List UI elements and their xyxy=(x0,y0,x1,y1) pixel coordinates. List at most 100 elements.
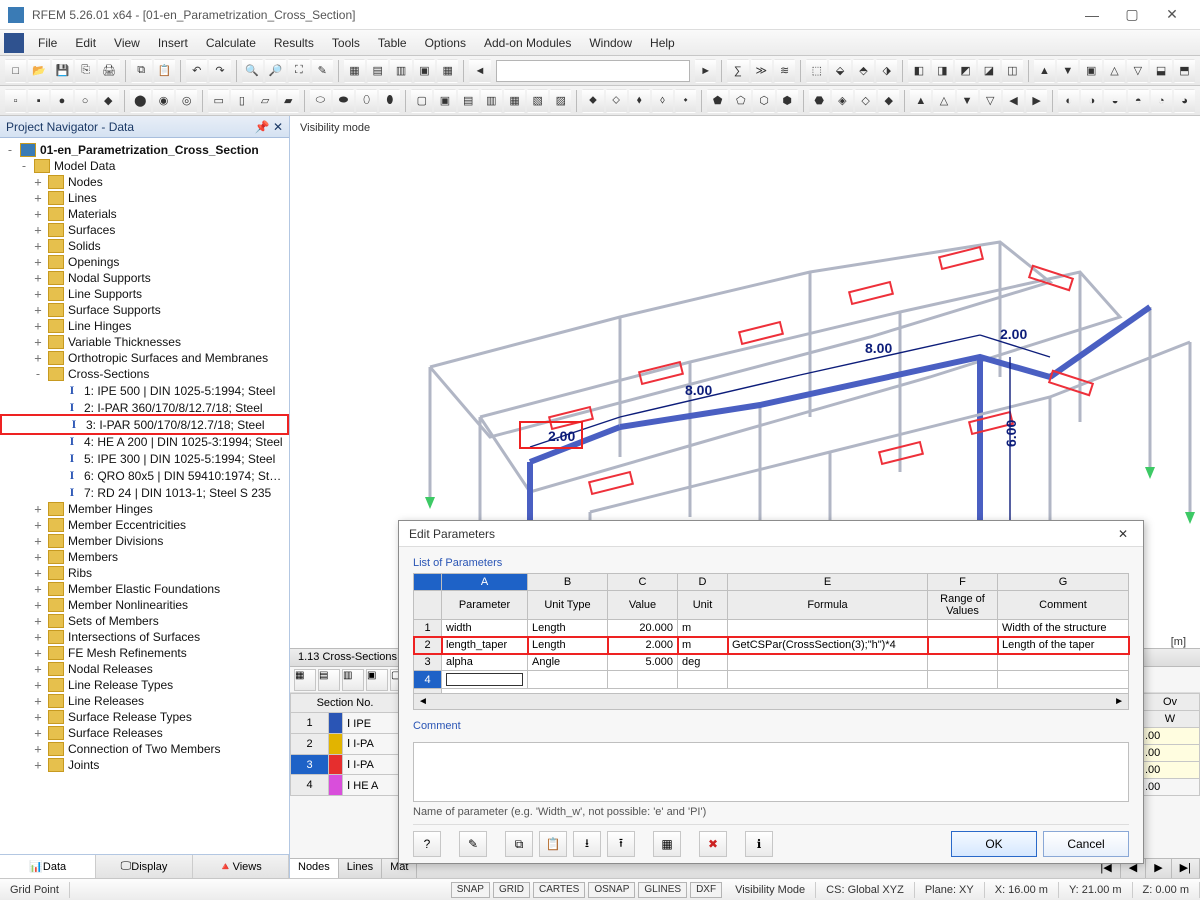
tb2-1[interactable]: ▫ xyxy=(5,89,26,113)
minimize-button[interactable]: — xyxy=(1072,1,1112,29)
tree-item[interactable]: +Nodes xyxy=(0,174,289,190)
cs-tb-1[interactable]: ▦ xyxy=(294,669,316,691)
tree-item[interactable]: +Members xyxy=(0,549,289,565)
tree-item[interactable]: +Member Divisions xyxy=(0,533,289,549)
menu-options[interactable]: Options xyxy=(417,32,474,54)
nav-tab-display[interactable]: 🖵 Display xyxy=(96,855,192,878)
tb-res3[interactable]: ◩ xyxy=(955,59,976,83)
tb2-32[interactable]: ⬢ xyxy=(777,89,798,113)
tb2-39[interactable]: ▼ xyxy=(957,89,978,113)
nav-tree[interactable]: -01-en_Parametrization_Cross_Section -Mo… xyxy=(0,138,289,854)
tb-open[interactable]: 📂 xyxy=(28,59,49,83)
tree-item[interactable]: +Nodal Releases xyxy=(0,661,289,677)
tb2-43[interactable]: ◐ xyxy=(1058,89,1079,113)
tb2-9[interactable]: ▭ xyxy=(208,89,229,113)
status-cartes[interactable]: CARTES xyxy=(533,882,585,898)
dlg-info-icon[interactable]: ℹ xyxy=(745,831,773,857)
nav-tab-data[interactable]: 📊 Data xyxy=(0,855,96,878)
tb2-5[interactable]: ◆ xyxy=(98,89,119,113)
tree-item[interactable]: +Line Supports xyxy=(0,286,289,302)
tree-item[interactable]: +Openings xyxy=(0,254,289,270)
menu-table[interactable]: Table xyxy=(370,32,415,54)
tb2-26[interactable]: ⬧ xyxy=(629,89,650,113)
tree-item[interactable]: +Connection of Two Members xyxy=(0,741,289,757)
tb-arrowleft[interactable]: ◄ xyxy=(469,59,490,83)
ok-button[interactable]: OK xyxy=(951,831,1037,857)
tb2-15[interactable]: ⬯ xyxy=(356,89,377,113)
cs-grid-right[interactable]: Ov W .00 .00 .00 .00 xyxy=(1140,693,1200,796)
close-button[interactable]: ✕ xyxy=(1152,1,1192,29)
dialog-titlebar[interactable]: Edit Parameters ✕ xyxy=(399,521,1143,547)
tb2-22[interactable]: ▧ xyxy=(527,89,548,113)
tb2-23[interactable]: ▨ xyxy=(550,89,571,113)
tb-pick[interactable]: ✎ xyxy=(312,59,333,83)
tb-zoomfit[interactable]: ⛶ xyxy=(288,59,309,83)
menu-addon[interactable]: Add-on Modules xyxy=(476,32,579,54)
tb2-24[interactable]: ⬥ xyxy=(582,89,603,113)
dlg-copy-icon[interactable]: ⧉ xyxy=(505,831,533,857)
tree-cross-section-item[interactable]: I6: QRO 80x5 | DIN 59410:1974; Steel xyxy=(0,467,289,484)
tb-a7[interactable]: ⬒ xyxy=(1174,59,1195,83)
tb-saveall[interactable]: ⎘ xyxy=(75,59,96,83)
tree-item[interactable]: +Line Release Types xyxy=(0,677,289,693)
tree-item[interactable]: +Surface Release Types xyxy=(0,709,289,725)
tb-res2[interactable]: ◨ xyxy=(932,59,953,83)
tb-a4[interactable]: △ xyxy=(1104,59,1125,83)
tree-item[interactable]: +Joints xyxy=(0,757,289,773)
tb-a3[interactable]: ▣ xyxy=(1080,59,1101,83)
tb2-28[interactable]: ⬩ xyxy=(675,89,696,113)
menu-calculate[interactable]: Calculate xyxy=(198,32,264,54)
btab-nav-next[interactable]: ▶ xyxy=(1146,859,1171,878)
tb-calc3[interactable]: ≋ xyxy=(774,59,795,83)
menu-window[interactable]: Window xyxy=(581,32,640,54)
tb2-45[interactable]: ◒ xyxy=(1104,89,1125,113)
tree-item[interactable]: +Orthotropic Surfaces and Membranes xyxy=(0,350,289,366)
status-dxf[interactable]: DXF xyxy=(690,882,722,898)
tb-mod2[interactable]: ⬙ xyxy=(829,59,850,83)
tb2-7[interactable]: ◉ xyxy=(153,89,174,113)
tb-redo[interactable]: ↷ xyxy=(209,59,230,83)
param-row[interactable]: 3alphaAngle5.000deg xyxy=(414,654,1129,671)
tb-res1[interactable]: ◧ xyxy=(908,59,929,83)
dlg-paste-icon[interactable]: 📋 xyxy=(539,831,567,857)
tree-item[interactable]: +Surfaces xyxy=(0,222,289,238)
tb2-42[interactable]: ▶ xyxy=(1026,89,1047,113)
tb-res5[interactable]: ◫ xyxy=(1002,59,1023,83)
status-osnap[interactable]: OSNAP xyxy=(588,882,635,898)
dlg-import-icon[interactable]: ⭱ xyxy=(607,831,635,857)
tb2-38[interactable]: △ xyxy=(933,89,954,113)
tree-item[interactable]: +Ribs xyxy=(0,565,289,581)
tb-find[interactable]: 🔍 xyxy=(242,59,263,83)
param-row[interactable]: 2length_taperLength2.000mGetCSPar(CrossS… xyxy=(414,637,1129,654)
tree-item[interactable]: +Member Eccentricities xyxy=(0,517,289,533)
tree-item[interactable]: +Lines xyxy=(0,190,289,206)
tb2-19[interactable]: ▤ xyxy=(458,89,479,113)
parameter-grid[interactable]: A B C D E F G Parameter Unit Type Value … xyxy=(413,573,1129,694)
tb2-48[interactable]: ◕ xyxy=(1174,89,1195,113)
dlg-delete-icon[interactable]: ✖ xyxy=(699,831,727,857)
tb2-14[interactable]: ⬬ xyxy=(333,89,354,113)
tree-item[interactable]: +Member Nonlinearities xyxy=(0,597,289,613)
menu-results[interactable]: Results xyxy=(266,32,322,54)
tb-layout3[interactable]: ▣ xyxy=(414,59,435,83)
tb2-6[interactable]: ⬤ xyxy=(130,89,151,113)
tree-item[interactable]: +FE Mesh Refinements xyxy=(0,645,289,661)
status-glines[interactable]: GLINES xyxy=(638,882,687,898)
tb-calc1[interactable]: ∑ xyxy=(727,59,748,83)
menu-edit[interactable]: Edit xyxy=(67,32,104,54)
tb-save[interactable]: 💾 xyxy=(52,59,73,83)
cs-tb-4[interactable]: ▣ xyxy=(366,669,388,691)
comment-textarea[interactable] xyxy=(413,742,1129,802)
menu-help[interactable]: Help xyxy=(642,32,683,54)
cs-tb-2[interactable]: ▤ xyxy=(318,669,340,691)
app-menu-icon[interactable] xyxy=(4,33,24,53)
tb-mod4[interactable]: ⬗ xyxy=(876,59,897,83)
tb2-31[interactable]: ⬡ xyxy=(753,89,774,113)
tree-cross-section-item[interactable]: I3: I-PAR 500/170/8/12.7/18; Steel xyxy=(0,414,289,435)
menu-file[interactable]: File xyxy=(30,32,65,54)
dlg-edit-icon[interactable]: ✎ xyxy=(459,831,487,857)
tb2-47[interactable]: ◔ xyxy=(1151,89,1172,113)
btab-nodes[interactable]: Nodes xyxy=(290,859,339,878)
tb2-21[interactable]: ▦ xyxy=(504,89,525,113)
maximize-button[interactable]: ▢ xyxy=(1112,1,1152,29)
